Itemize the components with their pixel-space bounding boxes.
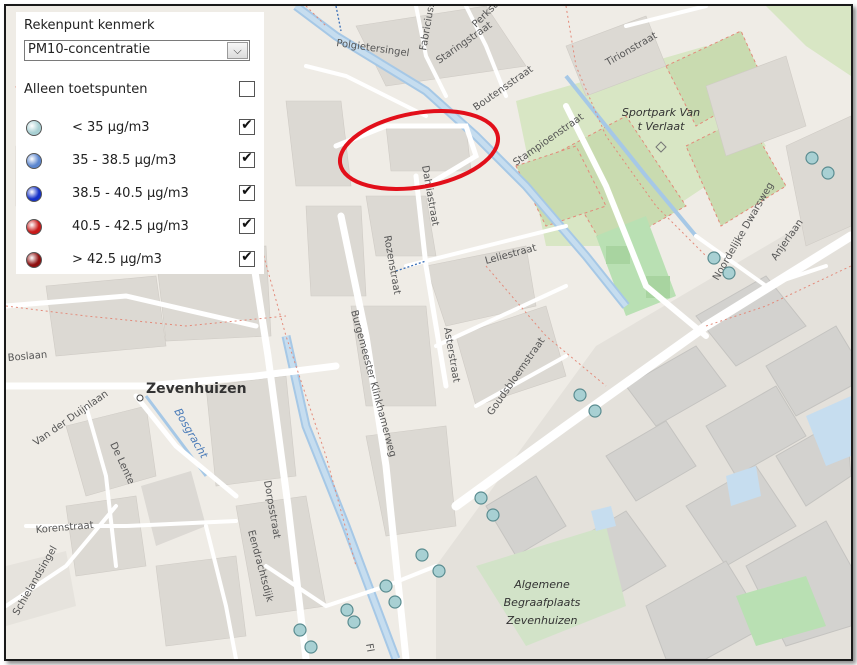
calc-point-marker[interactable]: [293, 623, 307, 637]
park-label-line1: Sportpark Van: [622, 106, 700, 119]
legend-label: < 35 µg/m3: [72, 120, 150, 135]
legend-row[interactable]: 40.5 - 42.5 µg/m3: [16, 215, 264, 239]
only-test-points-row[interactable]: Alleen toetspunten: [16, 78, 264, 102]
legend-row[interactable]: 35 - 38.5 µg/m3: [16, 149, 264, 173]
feature-select[interactable]: PM10-concentratie ⌵: [24, 40, 250, 61]
only-test-points-label: Alleen toetspunten: [24, 82, 148, 97]
cemetery-label-line2: Begraafplaats: [504, 596, 581, 609]
calc-point-marker[interactable]: [821, 166, 835, 180]
calc-point-marker[interactable]: [388, 595, 402, 609]
cemetery-label-line3: Zevenhuizen: [505, 614, 577, 627]
calc-point-marker[interactable]: [588, 404, 602, 418]
legend-checkbox[interactable]: [239, 185, 255, 201]
panel-title: Rekenpunt kenmerk: [24, 18, 155, 33]
calc-point-marker[interactable]: [707, 251, 721, 265]
calc-point-marker[interactable]: [722, 266, 736, 280]
feature-select-value: PM10-concentratie: [28, 42, 151, 57]
park-label-line2: t Verlaat: [638, 120, 686, 133]
cemetery-label-line1: Algemene: [513, 578, 570, 591]
calc-point-marker[interactable]: [573, 388, 587, 402]
legend-panel: Rekenpunt kenmerk PM10-concentratie ⌵ Al…: [16, 12, 264, 274]
map-frame: Polgietersingel Fabriciusstraat Starings…: [4, 4, 853, 661]
legend-checkbox[interactable]: [239, 218, 255, 234]
calc-point-marker[interactable]: [805, 151, 819, 165]
calc-point-marker[interactable]: [340, 603, 354, 617]
chevron-down-icon[interactable]: ⌵: [227, 42, 248, 59]
calc-point-marker[interactable]: [486, 508, 500, 522]
calc-point-marker[interactable]: [379, 579, 393, 593]
place-marker: [136, 394, 144, 402]
calc-point-marker[interactable]: [415, 548, 429, 562]
place-label: Zevenhuizen: [146, 381, 247, 397]
legend-checkbox[interactable]: [239, 152, 255, 168]
legend-row[interactable]: < 35 µg/m3: [16, 116, 264, 140]
calc-point-marker[interactable]: [474, 491, 488, 505]
legend-row[interactable]: > 42.5 µg/m3: [16, 248, 264, 272]
legend-label: 40.5 - 42.5 µg/m3: [72, 219, 189, 234]
calc-point-marker[interactable]: [432, 564, 446, 578]
legend-swatch-icon: [26, 219, 42, 235]
calc-point-marker[interactable]: [304, 640, 318, 654]
legend-label: 38.5 - 40.5 µg/m3: [72, 186, 189, 201]
legend-swatch-icon: [26, 153, 42, 169]
calc-point-marker[interactable]: [347, 615, 361, 629]
only-test-points-checkbox[interactable]: [239, 81, 255, 97]
legend-swatch-icon: [26, 120, 42, 136]
legend-label: > 42.5 µg/m3: [72, 252, 162, 267]
legend-swatch-icon: [26, 252, 42, 268]
legend-label: 35 - 38.5 µg/m3: [72, 153, 177, 168]
legend-checkbox[interactable]: [239, 119, 255, 135]
legend-checkbox[interactable]: [239, 251, 255, 267]
legend-swatch-icon: [26, 186, 42, 202]
legend-row[interactable]: 38.5 - 40.5 µg/m3: [16, 182, 264, 206]
